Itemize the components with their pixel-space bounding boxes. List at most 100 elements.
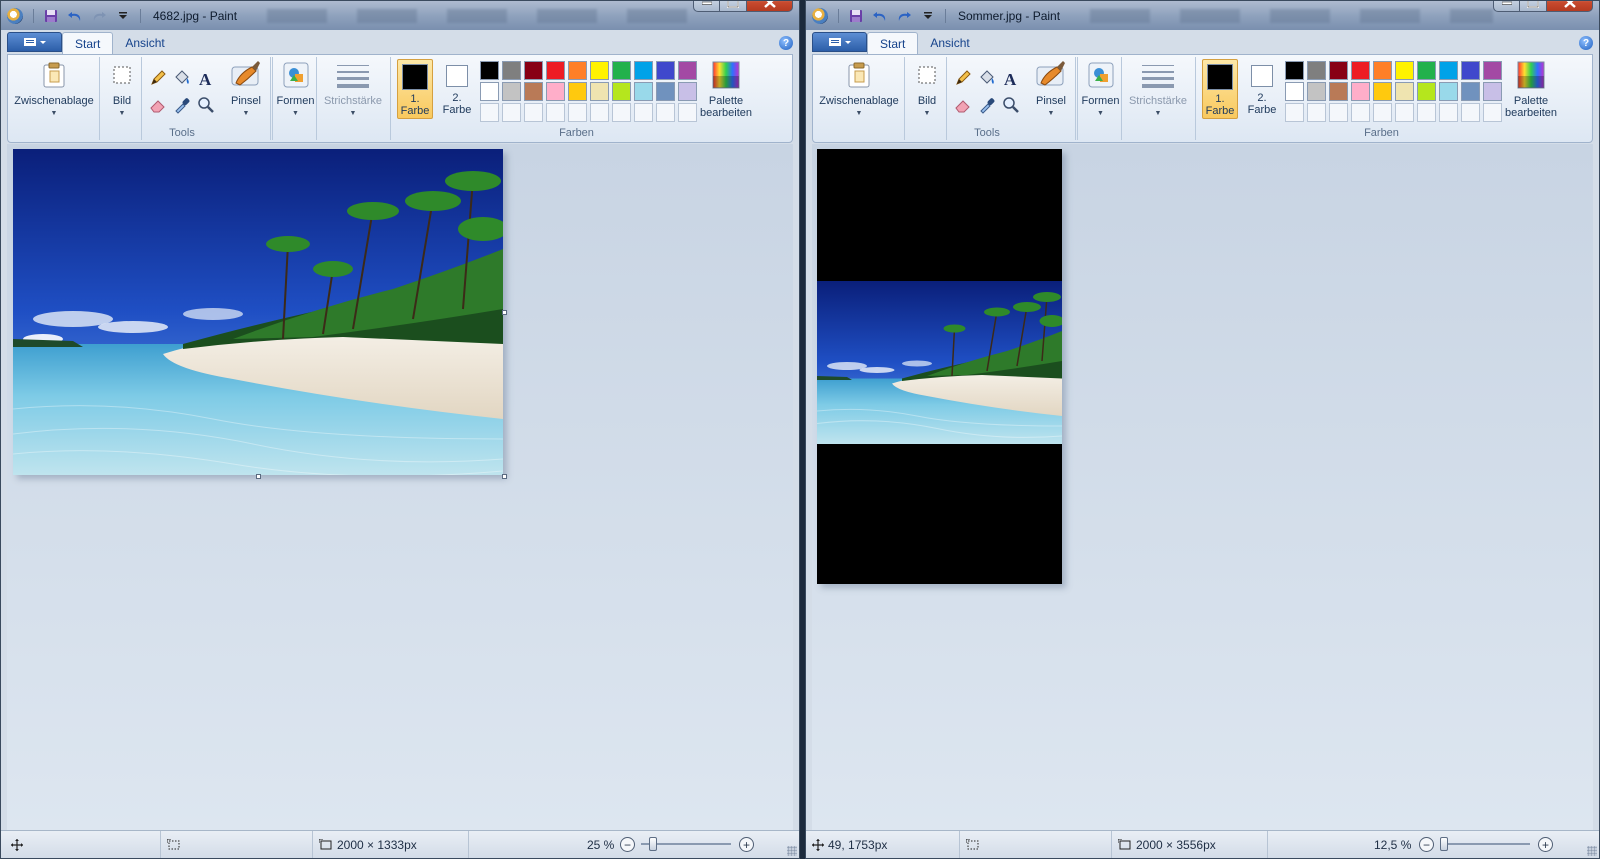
palette-color-swatch[interactable] (1329, 61, 1348, 80)
undo-icon[interactable] (66, 7, 84, 25)
palette-color-swatch[interactable] (634, 82, 653, 101)
color-picker-icon[interactable] (171, 94, 193, 116)
app-menu-button[interactable] (812, 32, 867, 52)
close-icon[interactable] (747, 1, 793, 12)
resize-handle-bottom[interactable] (256, 474, 261, 479)
help-icon[interactable]: ? (779, 36, 793, 50)
palette-empty-slot[interactable] (480, 103, 499, 122)
palette-color-swatch[interactable] (1417, 82, 1436, 101)
palette-color-swatch[interactable] (656, 82, 675, 101)
magnifier-icon[interactable] (1000, 94, 1022, 116)
palette-color-swatch[interactable] (1351, 82, 1370, 101)
resize-handle-corner[interactable] (502, 474, 507, 479)
palette-color-swatch[interactable] (612, 61, 631, 80)
text-icon[interactable]: A (1000, 67, 1022, 89)
fill-icon[interactable] (171, 67, 193, 89)
zoom-out-button[interactable]: − (1419, 837, 1434, 852)
palette-color-swatch[interactable] (1461, 61, 1480, 80)
color2-button[interactable]: 2. Farbe (1244, 59, 1280, 119)
image-button[interactable]: Bild ▼ (909, 59, 945, 120)
maximize-icon[interactable] (1520, 1, 1547, 12)
magnifier-icon[interactable] (195, 94, 217, 116)
image-canvas[interactable] (817, 149, 1062, 584)
palette-color-swatch[interactable] (1373, 61, 1392, 80)
paste-button[interactable]: Zwischenablage ▼ (13, 59, 95, 120)
canvas-area[interactable] (812, 144, 1593, 830)
save-icon[interactable] (847, 7, 865, 25)
shapes-button[interactable]: Formen ▼ (1080, 59, 1121, 120)
eraser-icon[interactable] (147, 94, 169, 116)
palette-empty-slot[interactable] (612, 103, 631, 122)
palette-color-swatch[interactable] (1417, 61, 1436, 80)
color2-button[interactable]: 2. Farbe (439, 59, 475, 119)
tab-ansicht[interactable]: Ansicht (113, 32, 176, 54)
pencil-icon[interactable] (952, 67, 974, 89)
fill-icon[interactable] (976, 67, 998, 89)
palette-color-swatch[interactable] (1329, 82, 1348, 101)
canvas-area[interactable] (7, 144, 793, 830)
palette-color-swatch[interactable] (634, 61, 653, 80)
palette-empty-slot[interactable] (1329, 103, 1348, 122)
stroke-button[interactable]: Strichstärke ▼ (320, 59, 386, 120)
resize-handle-right[interactable] (502, 310, 507, 315)
redo-icon[interactable] (90, 7, 108, 25)
pencil-icon[interactable] (147, 67, 169, 89)
save-icon[interactable] (42, 7, 60, 25)
app-menu-button[interactable] (7, 32, 62, 52)
paste-button[interactable]: Zwischenablage ▼ (818, 59, 900, 120)
palette-color-swatch[interactable] (1395, 82, 1414, 101)
resize-grip[interactable] (787, 846, 797, 856)
image-button[interactable]: Bild ▼ (104, 59, 140, 120)
palette-empty-slot[interactable] (1417, 103, 1436, 122)
palette-color-swatch[interactable] (1307, 61, 1326, 80)
palette-empty-slot[interactable] (1285, 103, 1304, 122)
edit-colors-button[interactable]: Palette bearbeiten (693, 59, 759, 119)
eraser-icon[interactable] (952, 94, 974, 116)
text-icon[interactable]: A (195, 67, 217, 89)
palette-color-swatch[interactable] (524, 82, 543, 101)
palette-color-swatch[interactable] (524, 61, 543, 80)
zoom-slider-thumb[interactable] (649, 837, 657, 851)
shapes-button[interactable]: Formen ▼ (275, 59, 316, 120)
palette-color-swatch[interactable] (1285, 61, 1304, 80)
paint-app-icon[interactable] (7, 7, 23, 24)
customize-qat-icon[interactable] (114, 7, 132, 25)
palette-empty-slot[interactable] (546, 103, 565, 122)
resize-grip[interactable] (1587, 846, 1597, 856)
palette-color-swatch[interactable] (502, 61, 521, 80)
palette-color-swatch[interactable] (656, 61, 675, 80)
edit-colors-button[interactable]: Palette bearbeiten (1498, 59, 1564, 119)
palette-color-swatch[interactable] (480, 61, 499, 80)
title-bar[interactable]: 4682.jpg - Paint (1, 1, 799, 30)
palette-color-swatch[interactable] (546, 82, 565, 101)
palette-color-swatch[interactable] (546, 61, 565, 80)
close-icon[interactable] (1547, 1, 1593, 12)
brushes-button[interactable]: Pinsel ▼ (1030, 59, 1072, 120)
stroke-button[interactable]: Strichstärke ▼ (1125, 59, 1191, 120)
tab-ansicht[interactable]: Ansicht (918, 32, 981, 54)
minimize-icon[interactable] (693, 1, 720, 12)
palette-empty-slot[interactable] (634, 103, 653, 122)
brushes-button[interactable]: Pinsel ▼ (225, 59, 267, 120)
palette-color-swatch[interactable] (1395, 61, 1414, 80)
palette-color-swatch[interactable] (480, 82, 499, 101)
palette-empty-slot[interactable] (524, 103, 543, 122)
color1-button[interactable]: 1. Farbe (397, 59, 433, 119)
palette-empty-slot[interactable] (1307, 103, 1326, 122)
palette-color-swatch[interactable] (1439, 82, 1458, 101)
zoom-in-button[interactable]: + (739, 837, 754, 852)
title-bar[interactable]: Sommer.jpg - Paint (806, 1, 1599, 30)
customize-qat-icon[interactable] (919, 7, 937, 25)
palette-empty-slot[interactable] (656, 103, 675, 122)
undo-icon[interactable] (871, 7, 889, 25)
palette-empty-slot[interactable] (502, 103, 521, 122)
palette-color-swatch[interactable] (502, 82, 521, 101)
palette-color-swatch[interactable] (1373, 82, 1392, 101)
help-icon[interactable]: ? (1579, 36, 1593, 50)
palette-empty-slot[interactable] (1395, 103, 1414, 122)
color-picker-icon[interactable] (976, 94, 998, 116)
palette-empty-slot[interactable] (1439, 103, 1458, 122)
color1-button[interactable]: 1. Farbe (1202, 59, 1238, 119)
zoom-slider[interactable] (1440, 843, 1530, 845)
tab-start[interactable]: Start (62, 32, 114, 54)
